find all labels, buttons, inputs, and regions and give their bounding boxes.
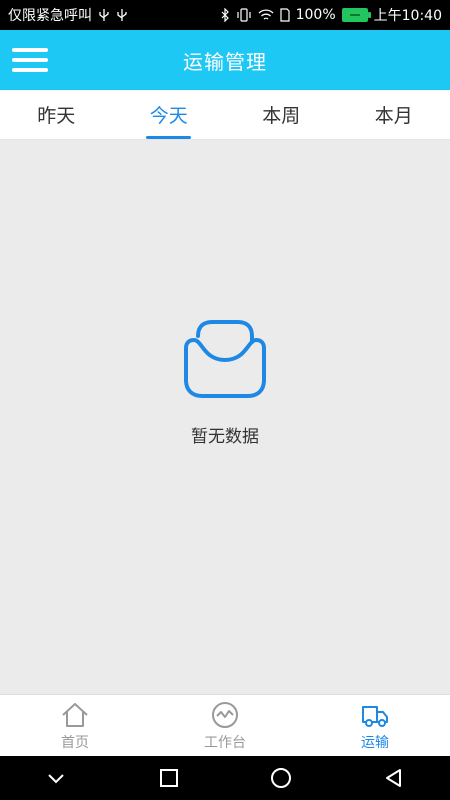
- nav-transport[interactable]: 运输: [300, 695, 450, 756]
- date-tabs: 昨天 今天 本周 本月: [0, 90, 450, 140]
- nav-workbench-label: 工作台: [204, 734, 246, 751]
- circle-icon[interactable]: [261, 758, 301, 798]
- tab-yesterday[interactable]: 昨天: [0, 90, 113, 139]
- bluetooth-icon: [221, 8, 229, 22]
- nav-home-label: 首页: [61, 734, 89, 751]
- tab-this-month[interactable]: 本月: [338, 90, 450, 139]
- wifi-icon: [258, 9, 274, 20]
- hamburger-menu-icon[interactable]: [12, 42, 48, 78]
- status-text: 仅限紧急呼叫: [8, 8, 92, 24]
- pulse-icon: [212, 701, 238, 728]
- sim-icon: [280, 8, 290, 22]
- usb-icon: [117, 9, 127, 21]
- nav-transport-label: 运输: [361, 734, 389, 751]
- truck-icon: [362, 705, 388, 727]
- usb-icon: [99, 9, 109, 21]
- vibrate-icon: [237, 8, 251, 22]
- nav-workbench[interactable]: 工作台: [150, 695, 300, 756]
- battery-icon: [341, 8, 371, 22]
- tab-today[interactable]: 今天: [113, 90, 226, 139]
- home-icon: [62, 702, 88, 727]
- status-time: 上午10:40: [373, 8, 442, 24]
- page-title: 运输管理: [183, 49, 267, 74]
- system-nav-bar: [0, 756, 450, 800]
- tab-this-week[interactable]: 本周: [225, 90, 338, 139]
- nav-home[interactable]: 首页: [0, 695, 150, 756]
- empty-state-text: 暂无数据: [191, 427, 259, 447]
- status-bar: 仅限紧急呼叫 100% 上午10:40: [0, 0, 450, 30]
- status-right: 100% 上午10:40: [220, 5, 442, 25]
- content-area: 暂无数据: [0, 140, 450, 694]
- battery-percent: 100%: [295, 7, 336, 23]
- app-header: 运输管理: [0, 30, 450, 90]
- square-icon[interactable]: [149, 758, 189, 798]
- chevron-down-icon[interactable]: [36, 758, 76, 798]
- bottom-nav: 首页 工作台 运输: [0, 694, 450, 756]
- status-left: 仅限紧急呼叫: [8, 5, 128, 25]
- triangle-back-icon[interactable]: [374, 758, 414, 798]
- empty-box-icon: [184, 320, 266, 398]
